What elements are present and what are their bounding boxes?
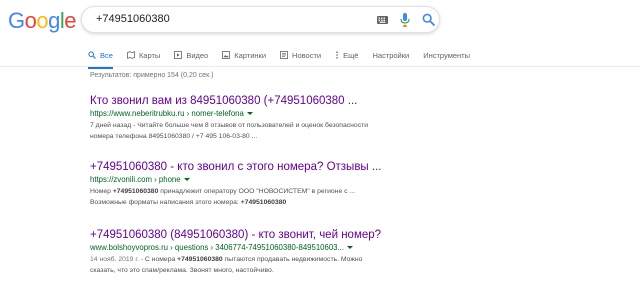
snippet-text: Номер xyxy=(90,188,113,195)
snippet-line: 7 дней назад - Читайте больше чем 8 отзы… xyxy=(90,122,369,129)
result-url-text: https://zvonili.com › phone xyxy=(90,175,181,184)
tab-tools[interactable]: Инструменты xyxy=(423,48,470,62)
snippet-highlight: +74951060380 xyxy=(240,199,287,206)
tab-images[interactable]: Картинки xyxy=(222,48,266,62)
result-snippet: 14 нояб. 2019 г. - С номера +74951060380… xyxy=(90,254,420,276)
tab-settings[interactable]: Настройки xyxy=(372,48,409,62)
logo-letter: o xyxy=(24,8,37,33)
snippet-line: сказать, что это спам/реклама. Звонят мн… xyxy=(90,267,274,274)
snippet-text: С номера xyxy=(144,256,178,263)
search-tabs: Все Карты Видео Картинки Новости Ещё Нас… xyxy=(88,44,484,69)
search-input[interactable]: +74951060380 xyxy=(96,13,170,25)
tab-more[interactable]: Ещё xyxy=(335,48,358,62)
snippet-line: Номер +74951060380 принадлежит оператору… xyxy=(90,186,420,197)
dropdown-arrow-icon[interactable] xyxy=(246,112,253,116)
search-result: +74951060380 - кто звонил с этого номера… xyxy=(90,160,420,208)
result-url: www.bolshoyvopros.ru › questions › 34067… xyxy=(90,242,420,254)
snippet-line: номера телефона 84951060380 / +7 495 106… xyxy=(90,133,258,140)
snippet-highlight: +74951060380 xyxy=(112,188,159,195)
snippet-date: 14 нояб. 2019 г. - xyxy=(90,256,145,263)
search-result: +74951060380 (84951060380) - кто звонит,… xyxy=(90,228,420,276)
search-icon xyxy=(88,51,96,59)
tab-label: Видео xyxy=(186,50,209,60)
search-icon[interactable] xyxy=(422,13,435,26)
snippet-text: пытаются продавать недвижимость. Можно xyxy=(222,256,363,263)
snippet-highlight: +74951060380 xyxy=(177,256,223,263)
keyboard-icon[interactable] xyxy=(377,16,388,24)
snippet-text: Возможные форматы написания этого номера… xyxy=(90,199,241,206)
tab-maps[interactable]: Карты xyxy=(127,48,160,62)
microphone-icon[interactable] xyxy=(400,13,410,27)
logo-letter: G xyxy=(8,8,25,33)
tab-all[interactable]: Все xyxy=(88,48,113,69)
logo-letter: g xyxy=(48,8,60,33)
tab-news[interactable]: Новости xyxy=(280,48,321,62)
result-title-link[interactable]: +74951060380 (84951060380) - кто звонит,… xyxy=(90,228,420,242)
result-url: https://zvonili.com › phone xyxy=(90,174,420,186)
result-snippet: Номер +74951060380 принадлежит оператору… xyxy=(90,186,420,208)
tab-label: Новости xyxy=(292,50,322,60)
result-title-link[interactable]: +74951060380 - кто звонил с этого номера… xyxy=(90,160,420,174)
result-stats: Результатов: примерно 154 (0,20 сек.) xyxy=(90,72,214,79)
tab-label: Настройки xyxy=(372,50,410,60)
logo-letter: o xyxy=(36,8,49,33)
tabs-divider xyxy=(0,66,640,67)
search-result: Кто звонил вам из 84951060380 (+74951060… xyxy=(90,94,420,142)
google-logo[interactable]: Google xyxy=(8,8,77,34)
dropdown-arrow-icon[interactable] xyxy=(183,178,190,182)
result-url-text: https://www.neberitrubku.ru › nomer-tele… xyxy=(90,109,244,118)
logo-letter: e xyxy=(64,8,77,33)
tab-label: Картинки xyxy=(234,50,267,60)
tab-video[interactable]: Видео xyxy=(174,48,208,62)
result-url-text: www.bolshoyvopros.ru › questions › 34067… xyxy=(90,243,345,252)
map-icon xyxy=(127,51,135,59)
tab-label: Карты xyxy=(138,50,161,60)
video-icon xyxy=(174,51,183,59)
result-title-link[interactable]: Кто звонил вам из 84951060380 (+74951060… xyxy=(90,94,420,108)
image-icon xyxy=(222,51,231,59)
news-icon xyxy=(280,51,288,59)
snippet-line: Возможные форматы написания этого номера… xyxy=(90,197,420,208)
result-url: https://www.neberitrubku.ru › nomer-tele… xyxy=(90,108,420,120)
search-box[interactable]: +74951060380 xyxy=(81,6,440,33)
dropdown-arrow-icon[interactable] xyxy=(347,246,354,250)
tab-label: Все xyxy=(100,50,113,60)
tab-label: Ещё xyxy=(343,50,359,60)
snippet-text: принадлежит оператору ООО "НОВОСИСТЕМ" в… xyxy=(158,188,356,195)
tab-label: Инструменты xyxy=(423,50,470,60)
more-icon xyxy=(336,51,338,59)
snippet-line: 14 нояб. 2019 г. - С номера +74951060380… xyxy=(90,254,420,265)
result-snippet: 7 дней назад - Читайте больше чем 8 отзы… xyxy=(90,120,420,142)
